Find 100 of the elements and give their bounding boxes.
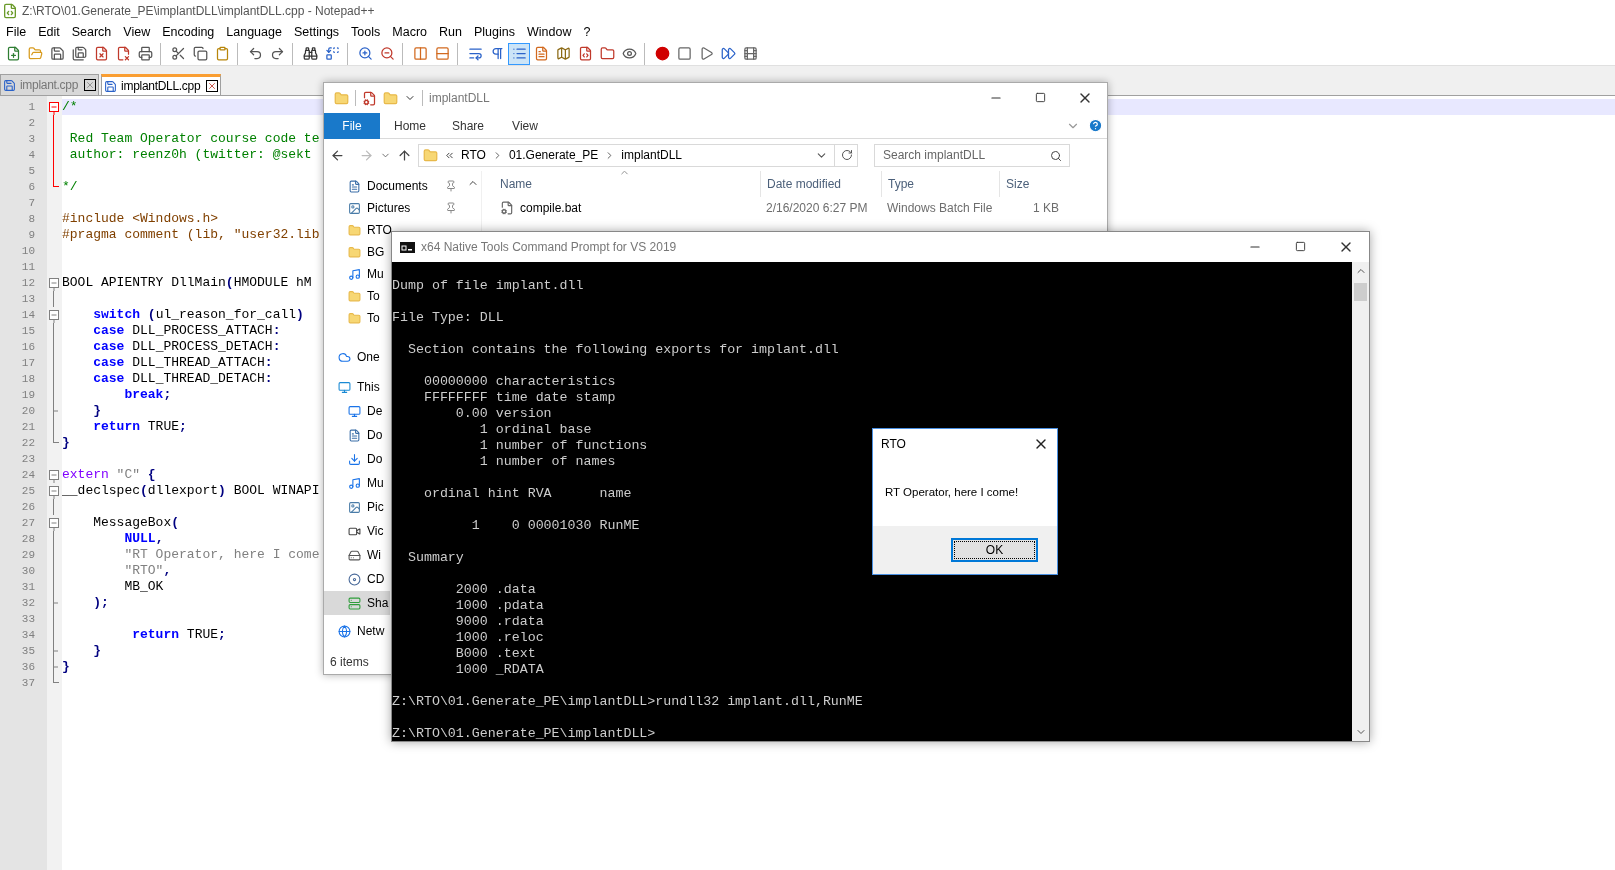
column-header[interactable]: Type bbox=[881, 171, 999, 197]
menu-item[interactable]: Encoding bbox=[156, 22, 221, 42]
menu-item[interactable]: View bbox=[117, 22, 157, 42]
line-number: 28 bbox=[21, 531, 35, 547]
file-date: 2/16/2020 6:27 PM bbox=[765, 200, 869, 217]
scrollbar-thumb[interactable] bbox=[1354, 283, 1367, 301]
line-number: 15 bbox=[21, 323, 35, 339]
up-icon[interactable] bbox=[397, 147, 412, 163]
refresh-icon[interactable] bbox=[841, 149, 853, 161]
search-field[interactable]: Search implantDLL bbox=[874, 143, 1070, 167]
column-header[interactable]: Date modified bbox=[760, 171, 881, 197]
column-header[interactable]: Size bbox=[999, 171, 1075, 197]
code-line: __declspec(dllexport) BOOL WINAPI bbox=[62, 483, 320, 499]
menu-item[interactable]: Macro bbox=[386, 22, 434, 42]
nav-item[interactable]: De bbox=[324, 399, 390, 423]
menu-item[interactable]: Window bbox=[520, 22, 578, 42]
fold-toggle[interactable] bbox=[49, 310, 59, 323]
nav-item[interactable]: One bbox=[324, 345, 390, 369]
line-number: 21 bbox=[21, 419, 35, 435]
menu-item[interactable]: Language bbox=[220, 22, 288, 42]
binoculars-icon bbox=[302, 46, 318, 61]
nav-item[interactable]: Mu bbox=[324, 263, 390, 285]
column-header[interactable]: Name bbox=[500, 171, 760, 197]
nav-label: Vic bbox=[367, 523, 384, 540]
nav-item[interactable]: Netw bbox=[324, 619, 390, 643]
ribbon-tab[interactable]: Share bbox=[438, 112, 496, 139]
code-line: MB_OK bbox=[123, 579, 164, 595]
address-bar[interactable]: RTO 01.Generate_PE implantDLL bbox=[418, 143, 858, 167]
fold-toggle[interactable] bbox=[49, 470, 59, 483]
line-number: 6 bbox=[28, 179, 35, 195]
nav-item[interactable]: Mu bbox=[324, 471, 390, 495]
nav-item[interactable]: Wi bbox=[324, 543, 390, 567]
code-line: MessageBox( bbox=[92, 515, 180, 531]
network-icon bbox=[335, 622, 353, 640]
nav-item[interactable]: Do bbox=[324, 447, 390, 471]
nav-item[interactable]: Documents bbox=[324, 175, 465, 197]
maximize-icon[interactable] bbox=[1035, 92, 1046, 103]
nav-item[interactable]: Sha bbox=[324, 591, 390, 615]
menu-item[interactable]: ? bbox=[577, 22, 597, 42]
nav-item[interactable]: To bbox=[324, 285, 390, 307]
menu-item[interactable]: Run bbox=[433, 22, 468, 42]
ok-button[interactable]: OK bbox=[951, 538, 1038, 562]
ribbon-tab[interactable]: Home bbox=[380, 112, 438, 139]
line-number: 29 bbox=[21, 547, 35, 563]
maximize-icon[interactable] bbox=[1295, 241, 1306, 252]
nav-label: Netw bbox=[357, 623, 385, 640]
indent-guide-icon bbox=[511, 46, 527, 61]
code-line: */ bbox=[62, 179, 78, 195]
line-number: 7 bbox=[28, 195, 35, 211]
line-number: 25 bbox=[21, 483, 35, 499]
menu-item[interactable]: Edit bbox=[32, 22, 66, 42]
help-icon[interactable] bbox=[1088, 118, 1103, 133]
menu-item[interactable]: Settings bbox=[287, 22, 346, 42]
nav-item[interactable]: BG bbox=[324, 241, 390, 263]
code-line: Red Team Operator course code te bbox=[68, 131, 320, 147]
printer-icon bbox=[137, 46, 153, 61]
back-icon[interactable] bbox=[330, 147, 345, 163]
ribbon-tab[interactable]: View bbox=[496, 112, 554, 139]
nav-label: BG bbox=[367, 244, 385, 261]
nav-item[interactable]: Pic bbox=[324, 495, 390, 519]
properties-icon[interactable] bbox=[362, 90, 377, 106]
breadcrumb[interactable]: implantDLL bbox=[621, 146, 682, 164]
breadcrumb[interactable]: RTO bbox=[461, 146, 486, 164]
menu-item[interactable]: Search bbox=[65, 22, 118, 42]
nav-label: Do bbox=[367, 451, 383, 468]
code-line: break; bbox=[123, 387, 172, 403]
ribbon-tab[interactable]: File bbox=[324, 112, 380, 139]
document-tab[interactable]: implantDLL.cpp bbox=[101, 74, 222, 95]
nav-item[interactable]: RTO bbox=[324, 219, 390, 241]
menu-item[interactable]: File bbox=[0, 22, 33, 42]
nav-label: One bbox=[357, 349, 380, 366]
nav-item[interactable]: Do bbox=[324, 423, 390, 447]
close-icon[interactable] bbox=[206, 80, 219, 92]
close-icon[interactable] bbox=[84, 79, 97, 91]
nav-item[interactable]: CD bbox=[324, 567, 390, 591]
fold-toggle[interactable] bbox=[49, 102, 59, 115]
nav-item[interactable]: To bbox=[324, 307, 390, 329]
console-line: 0.00 version bbox=[454, 406, 552, 422]
nav-item[interactable]: This bbox=[324, 375, 390, 399]
nav-item[interactable]: Vic bbox=[324, 519, 390, 543]
fold-toggle[interactable] bbox=[49, 278, 59, 291]
nav-label: Sha bbox=[367, 595, 389, 612]
console-line: File Type: DLL bbox=[392, 310, 504, 326]
file-row[interactable]: compile.bat 2/16/2020 6:27 PM Windows Batch File 1 KB bbox=[482, 197, 1107, 219]
code-line: case DLL_THREAD_ATTACH: bbox=[92, 355, 273, 371]
breadcrumb[interactable]: 01.Generate_PE bbox=[508, 146, 599, 164]
code-line: case DLL_PROCESS_DETACH: bbox=[92, 339, 281, 355]
line-number: 37 bbox=[21, 675, 35, 691]
line-number: 18 bbox=[21, 371, 35, 387]
menu-item[interactable]: Tools bbox=[345, 22, 387, 42]
fold-toggle[interactable] bbox=[49, 518, 59, 531]
code-line: case DLL_PROCESS_ATTACH: bbox=[92, 323, 281, 339]
fold-toggle[interactable] bbox=[49, 486, 59, 499]
code-line: extern "C" { bbox=[62, 467, 156, 483]
save-icon bbox=[49, 46, 65, 61]
nav-item[interactable]: Pictures bbox=[324, 197, 465, 219]
search-icon[interactable] bbox=[1050, 149, 1062, 162]
replace-icon bbox=[324, 46, 340, 61]
menu-item[interactable]: Plugins bbox=[467, 22, 521, 42]
new-file-icon bbox=[5, 46, 21, 61]
